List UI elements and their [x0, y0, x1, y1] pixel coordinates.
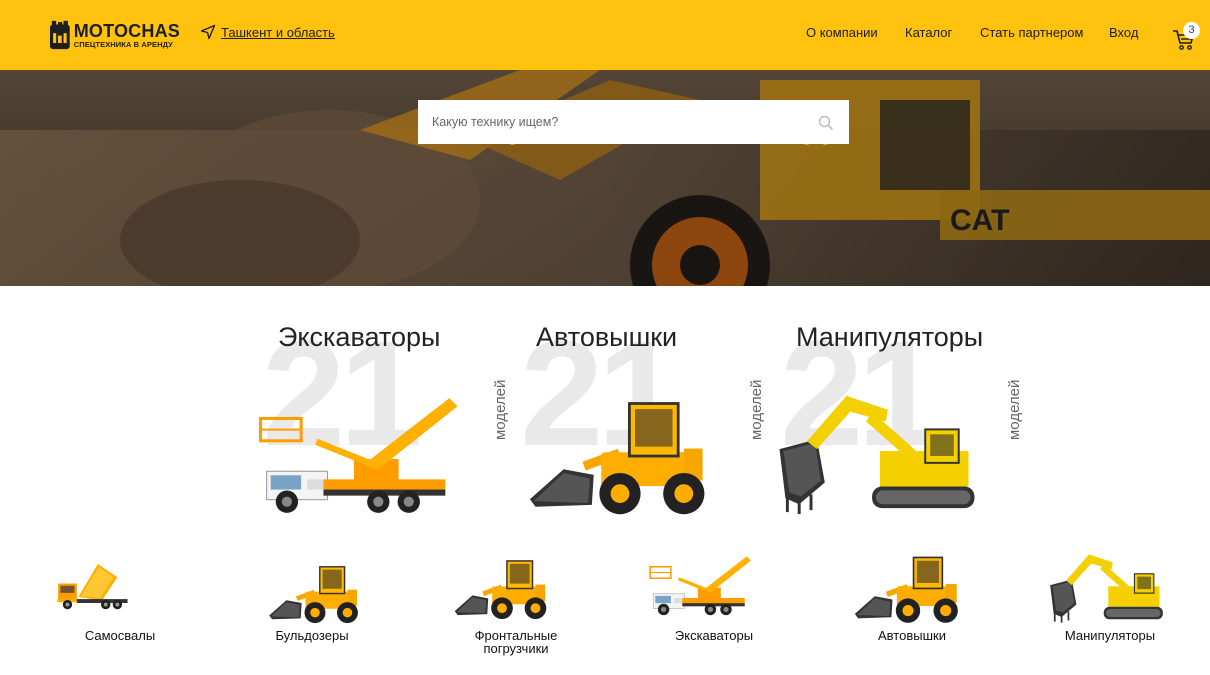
featured-models-label: моделей — [748, 379, 765, 440]
category-label: Автовышки — [878, 628, 946, 643]
featured-category-title[interactable]: Экскаваторы — [278, 322, 440, 353]
dump-truck-image — [55, 549, 133, 625]
category-label: Бульдозеры — [275, 628, 349, 643]
category-item-aerial-platforms[interactable]: Автовышки — [847, 545, 977, 665]
category-label: Экскаваторы — [674, 628, 754, 643]
category-label: Фронтальные погрузчики — [474, 628, 558, 656]
site-header: MOTOCHAS СПЕЦТЕХНИКА В АРЕНДУ Ташкент и … — [0, 0, 1210, 70]
category-item-manipulators[interactable]: Манипуляторы — [1045, 545, 1175, 665]
category-item-front-loaders[interactable]: Фронтальные погрузчики — [452, 545, 582, 665]
location-link[interactable]: Ташкент и область — [221, 25, 335, 40]
logo-mark-icon — [50, 20, 70, 50]
category-label: Самосвалы — [84, 628, 156, 643]
nav-about[interactable]: О компании — [806, 25, 878, 40]
featured-category-title[interactable]: Автовышки — [536, 322, 677, 353]
category-label: Манипуляторы — [1064, 628, 1156, 643]
location-selector[interactable]: Ташкент и область — [200, 24, 335, 40]
nav-become-partner[interactable]: Стать партнером — [980, 25, 1083, 40]
featured-category-card[interactable]: 21 Автовышки моделей — [520, 300, 780, 530]
nav-login[interactable]: Вход — [1109, 25, 1138, 40]
featured-models-label: моделей — [492, 379, 509, 440]
featured-models-label: моделей — [1006, 379, 1023, 440]
logo-text: MOTOCHAS СПЕЦТЕХНИКА В АРЕНДУ — [74, 22, 180, 49]
category-item-bulldozers[interactable]: Бульдозеры — [252, 545, 382, 665]
search-icon[interactable] — [818, 115, 834, 131]
nav-catalog[interactable]: Каталог — [905, 25, 952, 40]
logo-tagline: СПЕЦТЕХНИКА В АРЕНДУ — [73, 39, 173, 49]
cart-count-badge: 3 — [1183, 22, 1200, 39]
logo-name: MOTOCHAS — [73, 20, 180, 41]
search-input[interactable] — [418, 100, 813, 144]
search-box — [418, 100, 849, 144]
category-item-excavators[interactable]: Экскаваторы — [648, 545, 778, 665]
featured-category-card[interactable]: 21 Манипуляторы моделей — [780, 300, 1040, 530]
navigation-arrow-icon — [200, 24, 216, 40]
wheel-loader-image — [847, 553, 969, 625]
featured-category-card[interactable]: 21 Экскаваторы моделей — [262, 300, 522, 530]
category-item-dump-trucks[interactable]: Самосвалы — [55, 545, 185, 665]
crawler-excavator-image — [1045, 551, 1167, 625]
crawler-excavator-image — [776, 390, 976, 518]
wheel-loader-image — [452, 557, 552, 621]
wheel-loader-image — [260, 563, 370, 625]
aerial-platform-truck-image — [256, 388, 460, 520]
wheel-loader-image — [520, 396, 720, 518]
aerial-platform-truck-image — [648, 549, 752, 621]
logo[interactable]: MOTOCHAS СПЕЦТЕХНИКА В АРЕНДУ — [50, 12, 180, 58]
featured-category-title[interactable]: Манипуляторы — [796, 322, 983, 353]
